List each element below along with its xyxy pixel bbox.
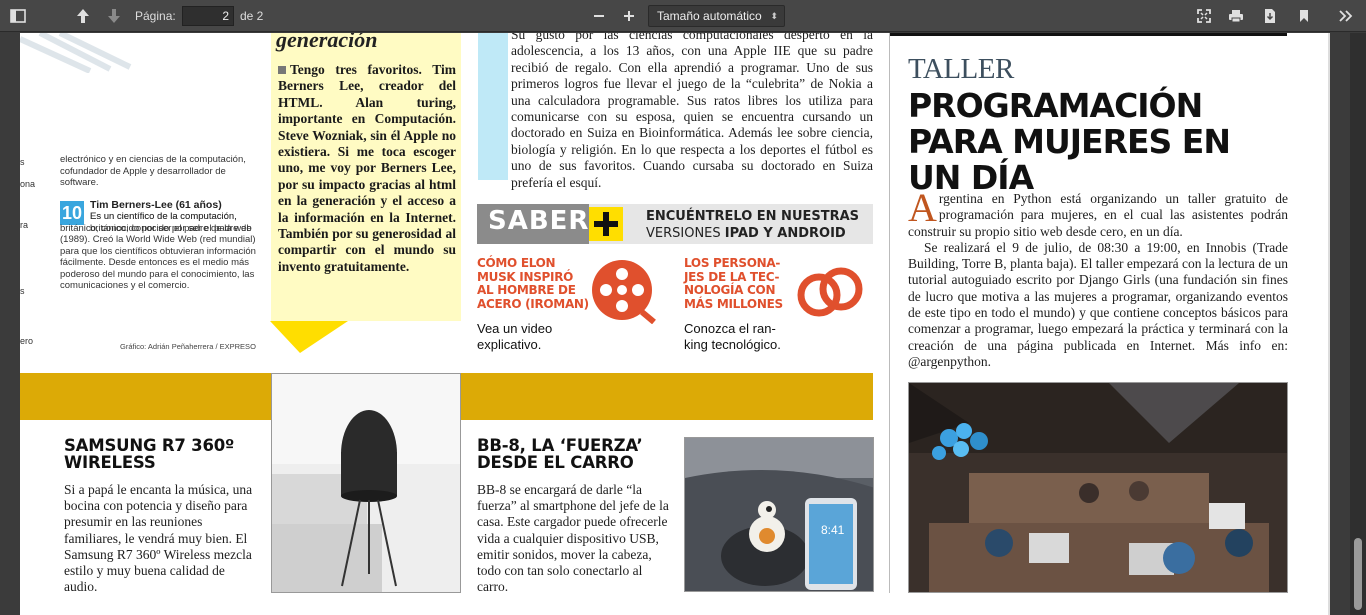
saber-word: SABER [488, 206, 590, 236]
cut-label: s [20, 286, 25, 296]
vertical-scrollbar[interactable] [1350, 33, 1366, 615]
presentation-mode-button[interactable] [1190, 4, 1218, 28]
quote-title: generación [276, 33, 378, 52]
top-rule [890, 33, 1287, 36]
next-page-button[interactable] [100, 4, 128, 28]
promo1-body-line: Vea un video [477, 321, 553, 336]
quote-box-pointer [270, 321, 348, 353]
next-page-icon [108, 9, 120, 23]
pdf-toolbar: Página: de 2 Tamaño automático ⬍ [0, 0, 1366, 32]
timeline-text: electrónico y en ciencias de la computac… [60, 154, 246, 188]
pdf-page: s ona ra s ero electrónico y en ciencias… [20, 33, 1330, 615]
previous-page-button[interactable] [69, 4, 97, 28]
promo2-body-line: Conozca el ran- [684, 321, 776, 336]
saber-line1: ENCUÉNTRELO EN NUESTRAS [646, 209, 860, 224]
promo2-title-line: JES DE LA TEC- [684, 269, 780, 284]
film-reel-icon[interactable] [590, 258, 656, 324]
zoom-out-icon [594, 15, 604, 17]
quote-body: Tengo tres favoritos. Tim Berners Lee, c… [278, 62, 456, 274]
phone-time: 8:41 [821, 523, 845, 537]
download-button[interactable] [1256, 4, 1284, 28]
page-total: de 2 [240, 9, 264, 23]
sidebar-toggle-icon [10, 9, 26, 23]
chain-link-icon[interactable] [795, 265, 867, 321]
article-kicker: TALLER [908, 53, 1014, 85]
accent-bar [478, 33, 508, 180]
promo2-title[interactable]: LOS PERSONA- JES DE LA TEC- NOLOGÍA CON … [684, 256, 783, 311]
promo1-title-line: AL HOMBRE DE [477, 283, 576, 297]
promo1-title-line: ACERO (IROMAN) [477, 296, 589, 311]
bookmark-button[interactable] [1290, 4, 1318, 28]
timeline-entry-text: Es un científico de la computación, brit… [60, 211, 256, 291]
promo1-body-line: explicativo. [477, 337, 542, 352]
article-paragraph: rgentina en Python está organizando un t… [908, 191, 1288, 239]
plus-icon [589, 207, 623, 241]
zoom-in-icon [624, 11, 634, 21]
article-body: Argentina en Python está organizando un … [908, 185, 1288, 370]
saber-line2-prefix: VERSIONES [646, 226, 721, 241]
product2-title: BB-8, LA ‘FUERZA’ DESDE EL CARRO [477, 437, 643, 471]
promo2-title-line: MÁS MILLONES [684, 296, 783, 311]
page-label: Página: [135, 9, 176, 23]
timeline-entry-body: Es un científico de la computación, brit… [60, 211, 256, 307]
promo2-title-line: NOLOGÍA CON [684, 283, 776, 297]
download-icon [1265, 9, 1275, 23]
quote-text: Tengo tres favoritos. Tim Berners Lee, c… [278, 62, 456, 275]
article-headline: PROGRAMACIÓN PARA MUJERES EN UN DÍA [908, 86, 1231, 197]
product1-title-line: SAMSUNG R7 360º [64, 436, 235, 455]
decorative-lines [20, 33, 132, 73]
promo2-body: Conozca el ran- king tecnológico. [684, 321, 781, 353]
zoom-out-button[interactable] [585, 4, 613, 28]
dropcap: A [908, 185, 937, 230]
print-icon [1229, 10, 1243, 23]
document-viewer[interactable]: s ona ra s ero electrónico y en ciencias… [0, 33, 1366, 615]
sidebar-toggle-button[interactable] [4, 4, 32, 28]
promo1-title-line: MUSK INSPIRÓ [477, 269, 574, 284]
column-divider [889, 33, 890, 593]
chevron-updown-icon: ⬍ [770, 11, 778, 21]
print-button[interactable] [1222, 4, 1250, 28]
samsung-speaker-image [271, 373, 461, 593]
promo1-title[interactable]: CÓMO ELON MUSK INSPIRÓ AL HOMBRE DE ACER… [477, 256, 589, 311]
promo2-title-line: LOS PERSONA- [684, 256, 781, 270]
product1-text: Si a papá le encanta la música, una boci… [64, 482, 253, 595]
zoom-in-button[interactable] [615, 4, 643, 28]
quote-bullet-icon [278, 66, 286, 74]
bookmark-icon [1300, 10, 1308, 22]
product2-title-line: DESDE EL CARRO [477, 453, 634, 472]
django-girls-workshop-photo [908, 382, 1288, 593]
scrollbar-thumb[interactable] [1354, 538, 1362, 610]
saber-line2-bold: IPAD Y ANDROID [724, 226, 846, 241]
article-text: Su gusto por las ciencias computacionale… [511, 33, 873, 190]
bb8-charger-image: 8:41 [684, 437, 874, 592]
tools-icon [1339, 10, 1353, 22]
page-number-input[interactable] [182, 6, 234, 26]
tools-button[interactable] [1332, 4, 1360, 28]
promo1-body: Vea un video explicativo. [477, 321, 552, 353]
product2-title-line: BB-8, LA ‘FUERZA’ [477, 436, 643, 455]
graphic-credit: Gráfico: Adrián Peñaherrera / EXPRESO [120, 342, 256, 351]
article-paragraph: Se realizará el 9 de julio, de 08:30 a 1… [908, 239, 1288, 369]
zoom-select[interactable]: Tamaño automático ⬍ [648, 5, 785, 27]
zoom-select-value: Tamaño automático [657, 9, 762, 23]
timeline-name: Tim Berners-Lee (61 años) [90, 199, 222, 211]
previous-page-icon [77, 9, 89, 23]
cut-label: ero [20, 336, 34, 346]
product1-title: SAMSUNG R7 360º WIRELESS [64, 437, 234, 471]
product2-text: BB-8 se encargará de darle “la fuerza” a… [477, 482, 669, 595]
presentation-mode-icon [1197, 9, 1211, 23]
cut-label: s [20, 157, 25, 167]
saber-line2: VERSIONES IPAD Y ANDROID [646, 226, 846, 241]
promo1-title-line: CÓMO ELON [477, 256, 556, 270]
cut-label: ona [20, 179, 36, 189]
page-edge [1328, 33, 1330, 615]
product1-title-line: WIRELESS [64, 453, 156, 472]
promo2-body-line: king tecnológico. [684, 337, 781, 352]
cut-label: ra [20, 220, 29, 230]
